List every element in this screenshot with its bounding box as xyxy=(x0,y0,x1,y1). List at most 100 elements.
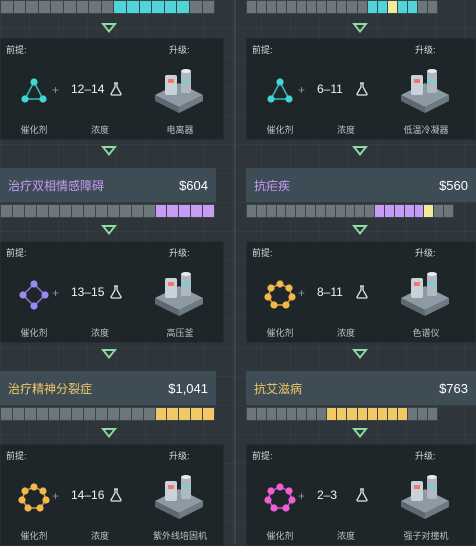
progress-segment xyxy=(131,408,143,420)
progress-segment xyxy=(286,205,296,217)
upgrade-label: 升级: xyxy=(169,451,190,461)
recipe-card[interactable]: 前提: 升级: +13–15 催化剂 浓度 高压釜 xyxy=(0,241,224,343)
progress-segment xyxy=(347,408,357,420)
catalyst-icon xyxy=(264,280,296,309)
progress-segment xyxy=(48,205,60,217)
catalyst-slot xyxy=(17,280,51,310)
progress-segment xyxy=(202,1,215,13)
catalyst-slot xyxy=(17,77,51,107)
progress-segment xyxy=(357,1,367,13)
progress-segment xyxy=(316,205,325,217)
progress-segment xyxy=(89,1,101,13)
progress-bar xyxy=(0,0,215,14)
down-arrow-icon xyxy=(101,428,117,438)
product-title-bar[interactable]: 治疗双相情感障碍 $604 xyxy=(0,168,216,202)
progress-segment xyxy=(119,205,131,217)
progress-segment xyxy=(267,408,277,420)
progress-segment xyxy=(377,408,387,420)
progress-segment xyxy=(36,408,48,420)
progress-segment xyxy=(327,408,337,420)
plus-sign: + xyxy=(52,489,60,503)
progress-segment xyxy=(307,1,317,13)
progress-segment xyxy=(404,205,414,217)
product-title-bar[interactable]: 抗疟疾 $560 xyxy=(246,168,476,202)
plus-sign: + xyxy=(52,286,60,300)
progress-segment xyxy=(114,1,126,13)
machine-name: 低温冷凝器 xyxy=(403,125,449,135)
flask-icon xyxy=(110,82,122,96)
progress-segment xyxy=(203,205,215,217)
progress-segment xyxy=(84,205,96,217)
down-arrow-icon xyxy=(101,23,117,33)
progress-segment xyxy=(407,1,417,13)
progress-segment xyxy=(257,1,267,13)
product-name: 抗疟疾 xyxy=(254,178,291,193)
machine-icon xyxy=(401,69,449,113)
flask-icon xyxy=(110,285,122,299)
prereq-label: 前提: xyxy=(6,45,27,55)
machine-slot xyxy=(149,65,207,115)
progress-segment xyxy=(1,1,13,13)
down-arrow-icon xyxy=(352,146,368,156)
plus-sign: + xyxy=(298,83,306,97)
catalyst-icon xyxy=(18,483,50,512)
machine-icon xyxy=(155,475,203,519)
progress-segment xyxy=(12,408,24,420)
product-title-bar[interactable]: 治疗精神分裂症 $1,041 xyxy=(0,371,216,405)
progress-segment xyxy=(367,408,377,420)
flask-slot xyxy=(356,82,368,96)
catalyst-label: 催化剂 xyxy=(20,125,48,135)
machine-icon xyxy=(401,475,449,519)
catalyst-label: 催化剂 xyxy=(20,328,48,338)
progress-segment xyxy=(155,205,167,217)
progress-segment xyxy=(155,408,167,420)
progress-bar xyxy=(246,407,438,421)
progress-segment xyxy=(276,205,286,217)
catalyst-icon xyxy=(267,78,293,103)
catalyst-icon xyxy=(264,483,296,512)
progress-segment xyxy=(347,1,357,13)
machine-name: 紫外线培固机 xyxy=(152,531,207,541)
machine-slot xyxy=(395,65,453,115)
machine-icon xyxy=(155,69,203,113)
catalyst-label: 催化剂 xyxy=(20,531,48,541)
concentration-range: 2–3 xyxy=(317,488,338,502)
progress-segment xyxy=(189,1,202,13)
progress-segment xyxy=(179,205,191,217)
machine-name: 高压釜 xyxy=(166,328,194,338)
progress-segment xyxy=(407,408,417,420)
product-name: 治疗双相情感障碍 xyxy=(8,178,105,193)
progress-segment xyxy=(325,205,335,217)
progress-segment xyxy=(327,1,337,13)
progress-segment xyxy=(72,205,84,217)
product-title-bar[interactable]: 抗艾滋病 $763 xyxy=(246,371,476,405)
prereq-label: 前提: xyxy=(6,451,27,461)
upgrade-label: 升级: xyxy=(415,248,436,258)
machine-name: 电离器 xyxy=(166,125,194,135)
progress-segment xyxy=(247,1,257,13)
plus-sign: + xyxy=(52,83,60,97)
recipe-card[interactable]: 前提: 升级: +14–16 催化剂 浓度 紫外线培固机 xyxy=(0,444,224,546)
catalyst-label: 催化剂 xyxy=(266,531,294,541)
catalyst-slot xyxy=(263,77,297,107)
progress-segment xyxy=(63,1,76,13)
progress-segment xyxy=(177,1,189,13)
concentration-label: 浓度 xyxy=(336,531,355,541)
progress-segment xyxy=(266,205,276,217)
catalyst-slot xyxy=(263,483,297,513)
recipe-card[interactable]: 前提: 升级: +8–11 催化剂 浓度 色谱仪 xyxy=(246,241,476,343)
recipe-card[interactable]: 前提: 升级: +6–11 催化剂 浓度 低温冷凝器 xyxy=(246,38,476,140)
flask-icon xyxy=(356,285,368,299)
progress-segment xyxy=(12,205,24,217)
progress-segment xyxy=(257,408,267,420)
progress-segment xyxy=(434,205,444,217)
progress-segment xyxy=(96,205,108,217)
concentration-label: 浓度 xyxy=(336,125,355,135)
recipe-card[interactable]: 前提: 升级: +12–14 催化剂 浓度 电离器 xyxy=(0,38,224,140)
machine-name: 强子对撞机 xyxy=(403,531,449,541)
catalyst-icon xyxy=(19,280,49,310)
down-arrow-icon xyxy=(101,146,117,156)
progress-segment xyxy=(191,205,203,217)
progress-segment xyxy=(424,205,434,217)
recipe-card[interactable]: 前提: 升级: +2–3 催化剂 浓度 强子对撞机 xyxy=(246,444,476,546)
